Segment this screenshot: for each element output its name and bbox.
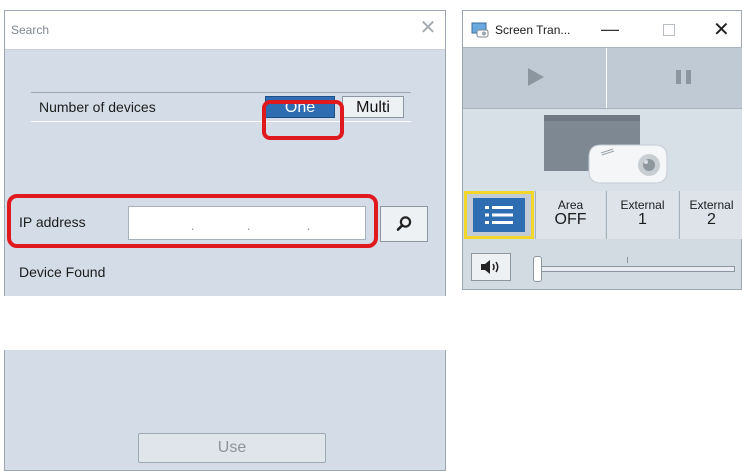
mute-button[interactable] [471, 253, 511, 281]
projector-icon [544, 115, 668, 184]
list-icon [485, 206, 513, 224]
external-1-label: External [620, 198, 665, 212]
area-label: Area [557, 198, 584, 212]
external-1-value: 1 [638, 211, 647, 228]
volume-slider-thumb[interactable] [533, 256, 542, 282]
number-of-devices-label: Number of devices [39, 99, 156, 115]
area-button[interactable]: Area OFF [535, 191, 605, 239]
device-found-label: Device Found [19, 264, 106, 280]
close-icon[interactable]: ✕ [713, 17, 730, 42]
search-icon [396, 216, 412, 231]
source-button-row: Area OFF External 1 External 2 [463, 191, 742, 239]
area-value: OFF [554, 211, 587, 228]
screen-transfer-title: Screen Tran... [495, 23, 571, 37]
search-dialog-title: Search [11, 23, 50, 37]
external-2-button[interactable]: External 2 [679, 191, 742, 239]
screen-transfer-titlebar: Screen Tran... — ✕ [463, 11, 741, 47]
close-icon[interactable]: ✕ [417, 17, 439, 39]
external-2-value: 2 [707, 211, 716, 228]
multi-device-button[interactable]: Multi [342, 96, 404, 118]
projector-preview [463, 109, 742, 191]
maximize-icon[interactable] [663, 24, 675, 36]
search-button[interactable] [380, 206, 428, 242]
external-1-button[interactable]: External 1 [606, 191, 678, 239]
play-icon[interactable] [527, 68, 545, 86]
playbar-divider [606, 48, 607, 108]
volume-slider-track[interactable] [535, 266, 735, 272]
devices-row: Number of devices One Multi [31, 92, 411, 122]
highlight-one-button [262, 100, 344, 140]
speaker-icon [481, 260, 499, 274]
playback-bar [463, 47, 742, 109]
search-titlebar: Search ✕ [5, 11, 445, 50]
volume-slider-tick [627, 257, 628, 263]
menu-button[interactable] [464, 191, 534, 239]
highlight-ip-address [7, 194, 378, 248]
volume-row [463, 248, 742, 288]
minimize-icon[interactable]: — [601, 19, 619, 40]
use-button[interactable]: Use [138, 433, 326, 463]
external-2-label: External [689, 198, 734, 212]
screen-transfer-window: Screen Tran... — ✕ Area OFF External 1 E… [462, 10, 742, 290]
device-found-list[interactable] [1, 296, 447, 350]
menu-button-face [473, 198, 525, 232]
screen-transfer-app-icon [471, 22, 489, 38]
pause-icon[interactable] [676, 70, 692, 84]
